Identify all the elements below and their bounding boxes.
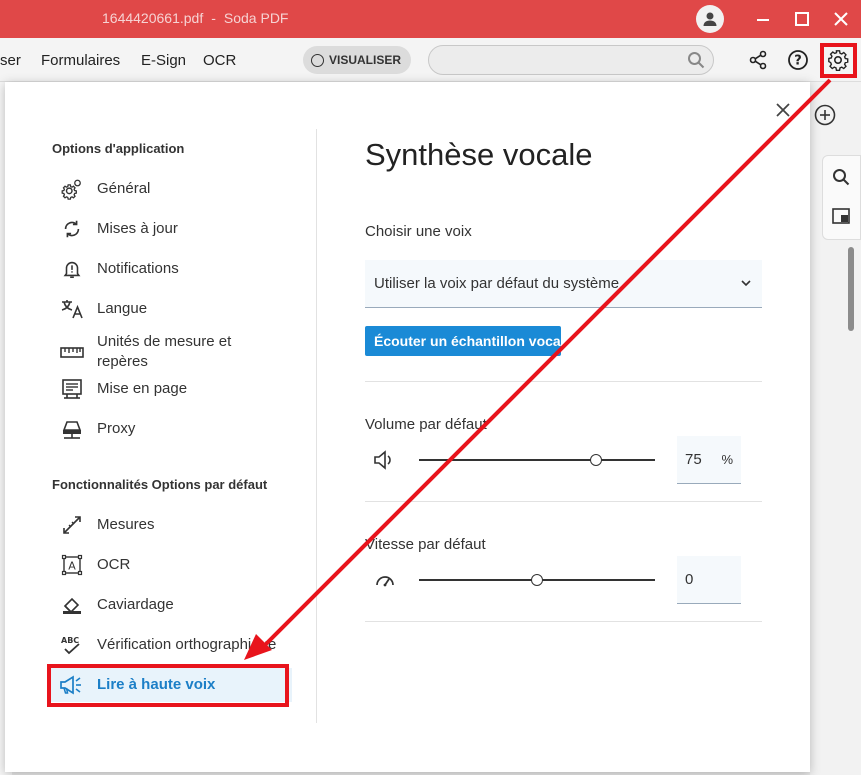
proxy-icon [59, 416, 85, 442]
nav-item-layout[interactable]: Mise en page [47, 372, 292, 406]
volume-unit: % [721, 452, 733, 467]
speed-input[interactable]: 0 [677, 556, 741, 604]
section-heading-app-options: Options d'application [52, 141, 185, 156]
nav-item-label: Mises à jour [97, 220, 178, 237]
gear-icon [59, 176, 85, 202]
close-window-icon[interactable] [830, 8, 852, 30]
volume-label: Volume par défaut [365, 416, 487, 433]
volume-input[interactable]: 75 % [677, 436, 741, 484]
nav-item-label: Langue [97, 300, 148, 317]
panel-title: Synthèse vocale [365, 137, 593, 172]
nav-item-language[interactable]: Langue [47, 292, 292, 326]
title-separator: - [211, 10, 216, 26]
voice-label: Choisir une voix [365, 223, 472, 240]
view-mode-label: VISUALISER [329, 53, 402, 67]
chevron-down-icon [740, 276, 752, 293]
speed-label: Vitesse par défaut [365, 536, 486, 553]
zoom-search-icon[interactable] [832, 168, 850, 191]
nav-item-label: OCR [97, 556, 131, 573]
section-heading-features: Fonctionnalités Options par défaut [52, 477, 268, 492]
refresh-icon [59, 216, 85, 242]
dialog-divider [316, 129, 317, 723]
ocr-icon: A [59, 552, 85, 578]
menu-item-ocr[interactable]: OCR [203, 52, 236, 69]
user-account-icon[interactable] [696, 5, 724, 33]
bell-icon [59, 256, 85, 282]
nav-item-label: Caviardage [97, 596, 174, 613]
close-dialog-icon[interactable] [773, 100, 793, 120]
side-tools-panel [822, 155, 861, 240]
svg-text:ABC: ABC [61, 636, 79, 645]
view-mode-button[interactable]: VISUALISER [303, 46, 411, 74]
nav-item-updates[interactable]: Mises à jour [47, 212, 292, 246]
nav-item-ocr[interactable]: A OCR [47, 548, 292, 582]
translate-icon [59, 296, 85, 322]
nav-item-label: Lire à haute voix [97, 676, 216, 693]
nav-item-label: Mise en page [97, 380, 188, 397]
title-bar: 1644420661.pdf - Soda PDF [0, 0, 861, 38]
share-icon[interactable] [747, 49, 769, 71]
app-name: Soda PDF [223, 10, 289, 26]
nav-item-proxy[interactable]: Proxy [47, 412, 292, 446]
spellcheck-icon: ABC [59, 632, 85, 658]
volume-slider-thumb[interactable] [590, 454, 602, 466]
nav-item-read-aloud[interactable]: Lire à haute voix [47, 668, 292, 702]
menu-item-formulaires[interactable]: Formulaires [41, 52, 120, 69]
window-title: 1644420661.pdf - Soda PDF [102, 10, 288, 26]
voice-select[interactable]: Utiliser la voix par défaut du système [365, 260, 762, 308]
nav-item-label: Unités de mesure et repères [97, 333, 232, 370]
toggle-circle-icon [311, 53, 324, 67]
svg-text:A: A [68, 560, 76, 573]
nav-item-units[interactable]: Unités de mesure et repères [47, 330, 292, 374]
nav-item-spellcheck[interactable]: ABC Vérification orthographique [47, 628, 292, 662]
menu-item-partial[interactable]: ser [0, 52, 21, 69]
nav-item-label: Mesures [97, 516, 155, 533]
section-divider [365, 501, 762, 502]
document-scrollbar[interactable] [848, 247, 854, 331]
measure-icon [59, 512, 85, 538]
settings-dialog: Options d'application Général Mises à jo… [5, 82, 810, 772]
nav-item-label: Général [97, 180, 151, 197]
volume-slider[interactable] [419, 454, 655, 466]
play-sample-button[interactable]: Écouter un échantillon vocal [365, 326, 561, 356]
section-divider [365, 381, 762, 382]
nav-item-label: Notifications [97, 260, 179, 277]
menu-bar: ser Formulaires E-Sign OCR VISUALISER ? [0, 38, 861, 82]
search-icon[interactable] [687, 51, 705, 74]
speed-slider[interactable] [419, 574, 655, 586]
speedometer-icon [372, 567, 398, 593]
speaker-icon [372, 447, 398, 473]
help-icon[interactable]: ? [787, 49, 809, 71]
speed-slider-thumb[interactable] [531, 574, 543, 586]
minimize-icon[interactable] [752, 8, 774, 30]
panel-toggle-icon[interactable] [832, 208, 850, 229]
settings-gear-icon[interactable] [827, 49, 849, 71]
ruler-icon [59, 339, 85, 365]
nav-item-redaction[interactable]: Caviardage [47, 588, 292, 622]
megaphone-icon [59, 672, 85, 698]
nav-item-general[interactable]: Général [47, 172, 292, 206]
svg-text:?: ? [794, 54, 802, 69]
maximize-icon[interactable] [791, 8, 813, 30]
section-divider [365, 621, 762, 622]
speed-value: 0 [685, 571, 694, 588]
volume-value: 75 [685, 451, 702, 468]
nav-item-measures[interactable]: Mesures [47, 508, 292, 542]
nav-item-label: Vérification orthographique [97, 636, 277, 653]
menu-item-esign[interactable]: E-Sign [141, 52, 186, 69]
add-tab-icon[interactable] [812, 102, 838, 128]
document-filename: 1644420661.pdf [102, 10, 204, 26]
nav-item-label: Proxy [97, 420, 136, 437]
search-input[interactable] [428, 45, 714, 75]
voice-select-value: Utiliser la voix par défaut du système [374, 275, 620, 292]
eraser-icon [59, 592, 85, 618]
nav-item-notifications[interactable]: Notifications [47, 252, 292, 286]
layout-icon [59, 376, 85, 402]
